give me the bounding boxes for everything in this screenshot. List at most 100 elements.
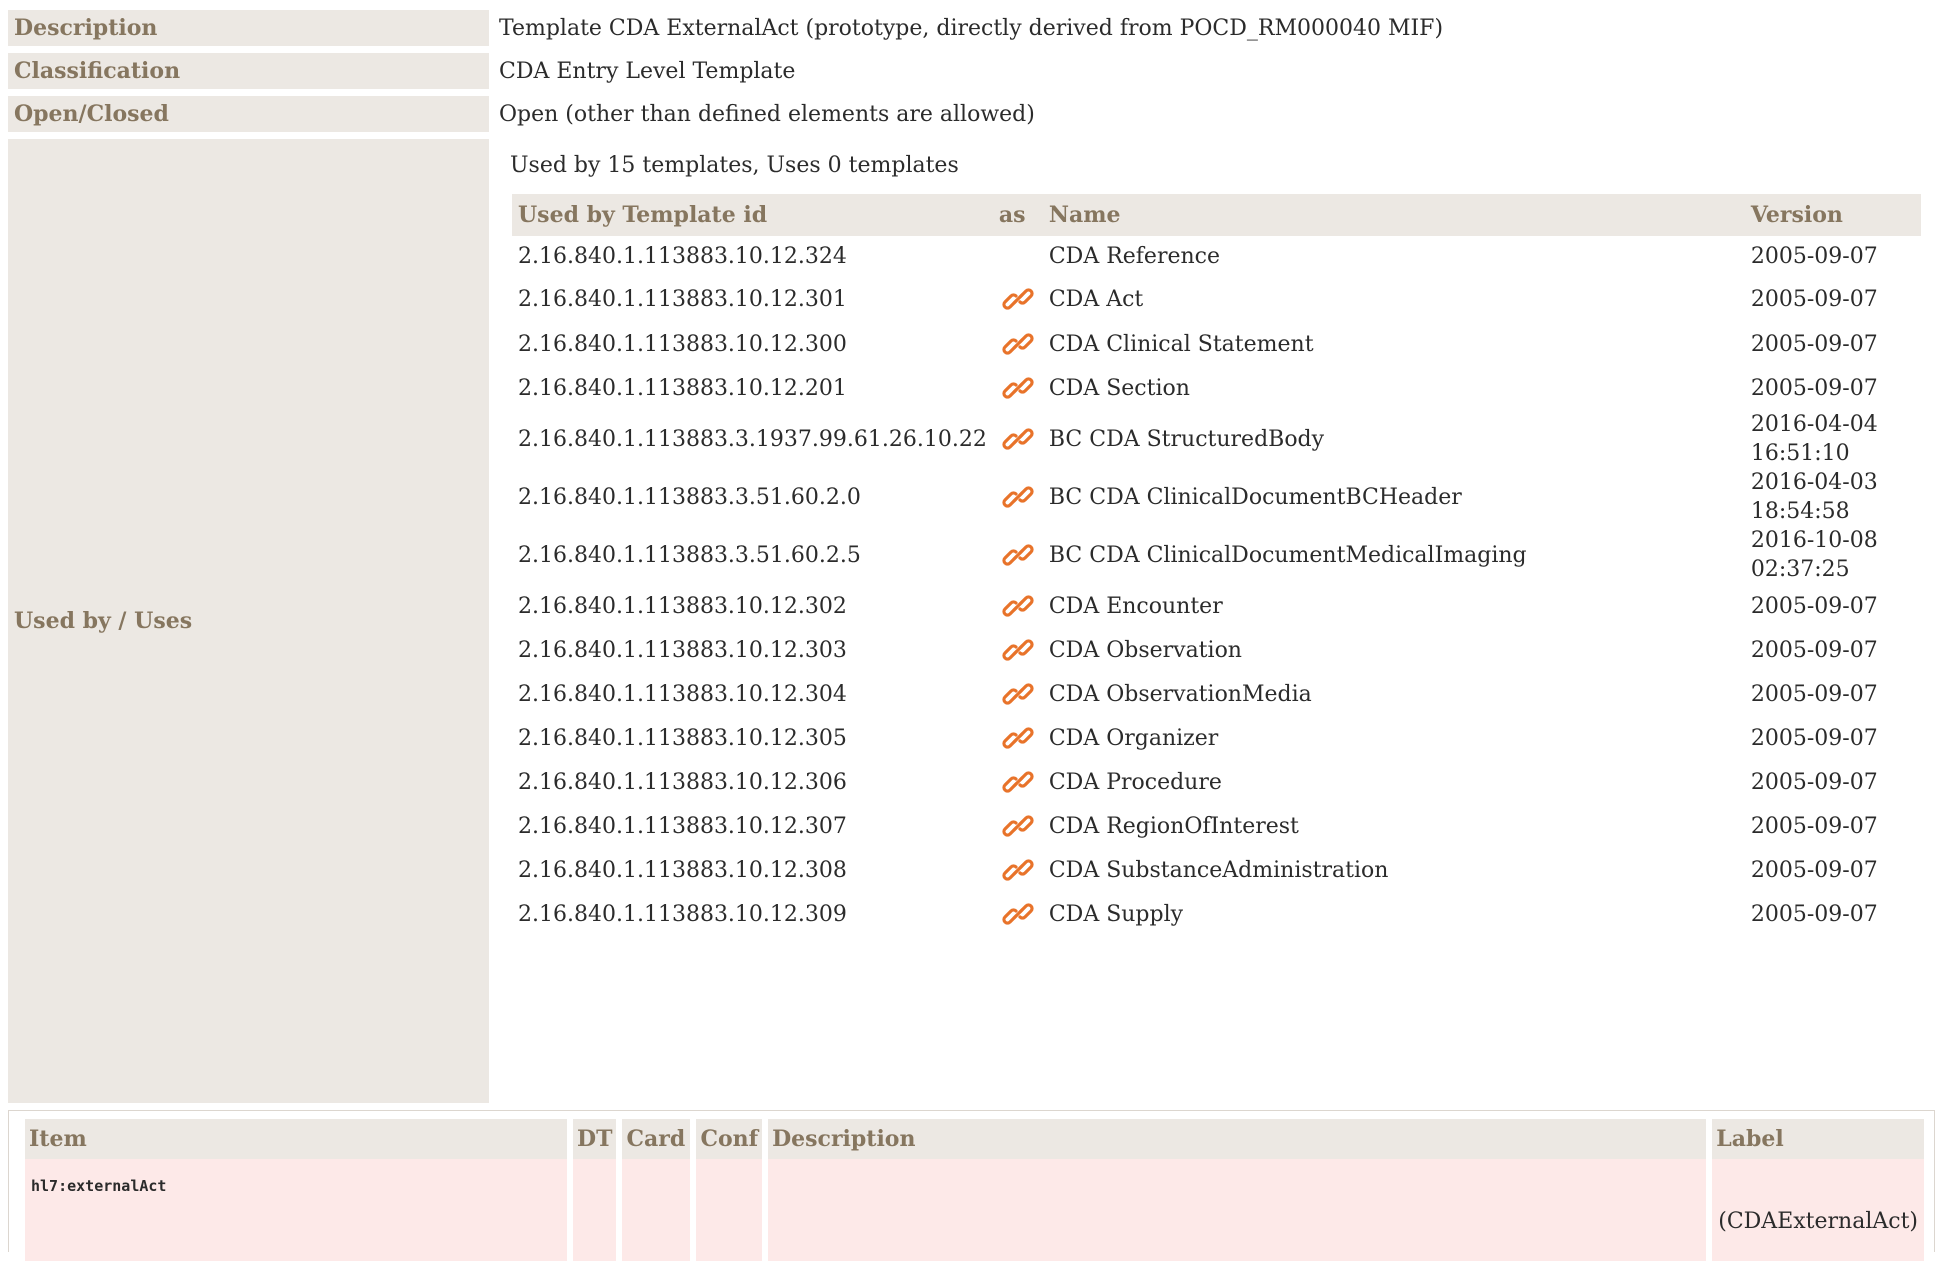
table-row[interactable]: 2.16.840.1.113883.3.1937.99.61.26.10.22 B…: [512, 410, 1921, 468]
link-icon[interactable]: [1002, 678, 1034, 710]
version-date: 2005-09-07: [1750, 769, 1878, 795]
template-version: 2005-09-07: [1745, 672, 1921, 716]
items-frame: Item DT Card Conf Description Label hl7:…: [8, 1110, 1935, 1261]
classification-value: CDA Entry Level Template: [499, 58, 796, 84]
version-date: 2016-10-08: [1750, 528, 1878, 553]
as-cell: [993, 276, 1043, 322]
template-id: 2.16.840.1.113883.3.51.60.2.5: [518, 542, 861, 568]
item-description: [768, 1159, 1707, 1261]
template-version: 2005-09-07: [1745, 804, 1921, 848]
template-name: CDA Supply: [1048, 901, 1184, 927]
version-date: 2005-09-07: [1750, 681, 1878, 707]
link-icon[interactable]: [1002, 810, 1034, 842]
template-version: 2005-09-07: [1745, 236, 1921, 276]
template-name: CDA Clinical Statement: [1048, 331, 1314, 357]
link-icon[interactable]: [1002, 898, 1034, 930]
used-by-body: 2.16.840.1.113883.10.12.324 CDA Reference…: [512, 236, 1921, 936]
as-cell: [993, 716, 1043, 760]
table-row[interactable]: 2.16.840.1.113883.10.12.302 CDA Encounter…: [512, 584, 1921, 628]
template-version: 2005-09-07: [1745, 848, 1921, 892]
as-cell: [993, 468, 1043, 526]
template-version: 2005-09-07: [1745, 760, 1921, 804]
table-row[interactable]: 2.16.840.1.113883.10.12.307 CDA RegionOfI…: [512, 804, 1921, 848]
item-dt: [573, 1159, 617, 1261]
link-icon[interactable]: [1002, 481, 1034, 513]
table-row[interactable]: 2.16.840.1.113883.10.12.300 CDA Clinical …: [512, 322, 1921, 366]
template-name: CDA Act: [1048, 286, 1144, 312]
template-name: CDA RegionOfInterest: [1048, 813, 1299, 839]
item-label: (CDAExternalAct): [1712, 1159, 1924, 1261]
template-name: CDA Reference: [1048, 243, 1220, 269]
template-version: 2016-04-03 18:54:58: [1745, 468, 1921, 526]
table-row[interactable]: 2.16.840.1.113883.10.12.303 CDA Observati…: [512, 628, 1921, 672]
template-version: 2005-09-07: [1745, 892, 1921, 936]
version-date: 2005-09-07: [1750, 857, 1878, 883]
table-row[interactable]: 2.16.840.1.113883.10.12.201 CDA Section 20…: [512, 366, 1921, 410]
table-row[interactable]: 2.16.840.1.113883.10.12.304 CDA Observati…: [512, 672, 1921, 716]
link-icon[interactable]: [1002, 854, 1034, 886]
template-id: 2.16.840.1.113883.10.12.324: [518, 243, 847, 269]
as-cell: [993, 236, 1043, 276]
table-row[interactable]: 2.16.840.1.113883.10.12.301 CDA Act 2005-0…: [512, 276, 1921, 322]
template-version: 2005-09-07: [1745, 716, 1921, 760]
as-cell: [993, 366, 1043, 410]
table-row[interactable]: 2.16.840.1.113883.10.12.324 CDA Reference…: [512, 236, 1921, 276]
as-cell: [993, 804, 1043, 848]
template-version: 2016-10-08 02:37:25: [1745, 526, 1921, 584]
as-cell: [993, 760, 1043, 804]
as-cell: [993, 628, 1043, 672]
description-value: Template CDA ExternalAct (prototype, dir…: [499, 15, 1444, 41]
template-id: 2.16.840.1.113883.10.12.303: [518, 637, 847, 663]
version-date: 2005-09-07: [1750, 637, 1878, 663]
as-cell: [993, 892, 1043, 936]
template-name: CDA Section: [1048, 375, 1190, 401]
template-id: 2.16.840.1.113883.10.12.201: [518, 375, 847, 401]
version-date: 2005-09-07: [1750, 286, 1878, 312]
template-id: 2.16.840.1.113883.10.12.301: [518, 286, 847, 312]
table-row[interactable]: 2.16.840.1.113883.10.12.306 CDA Procedure…: [512, 760, 1921, 804]
template-version: 2005-09-07: [1745, 584, 1921, 628]
header-conf: Conf: [696, 1119, 763, 1159]
template-name: CDA SubstanceAdministration: [1048, 857, 1389, 883]
template-name: BC CDA ClinicalDocumentMedicalImaging: [1048, 542, 1527, 568]
header-item: Item: [25, 1119, 568, 1159]
version-date: 2005-09-07: [1750, 375, 1878, 401]
item-row[interactable]: hl7:externalAct (CDAExternalAct): [25, 1159, 1924, 1261]
version-date: 2016-04-04: [1750, 412, 1878, 437]
template-id: 2.16.840.1.113883.10.12.306: [518, 769, 847, 795]
link-icon[interactable]: [1002, 423, 1034, 455]
used-by-header-row: Used by Template id as Name Version: [512, 194, 1921, 236]
version-date: 2005-09-07: [1750, 813, 1878, 839]
as-cell: [993, 322, 1043, 366]
item-conf: [696, 1159, 763, 1261]
used-by-table: Used by Template id as Name Version 2.16…: [512, 194, 1921, 936]
link-icon[interactable]: [1002, 283, 1034, 315]
template-version: 2016-04-04 16:51:10: [1745, 410, 1921, 468]
item-name[interactable]: hl7:externalAct: [25, 1159, 568, 1261]
template-version: 2005-09-07: [1745, 628, 1921, 672]
template-version: 2005-09-07: [1745, 366, 1921, 410]
link-icon[interactable]: [1002, 328, 1034, 360]
template-version: 2005-09-07: [1745, 322, 1921, 366]
header-as: as: [992, 194, 1043, 236]
version-time: 16:51:10: [1750, 441, 1850, 466]
template-name: CDA Encounter: [1048, 593, 1223, 619]
table-row[interactable]: 2.16.840.1.113883.10.12.305 CDA Organizer…: [512, 716, 1921, 760]
link-icon[interactable]: [1002, 722, 1034, 754]
link-icon[interactable]: [1002, 634, 1034, 666]
table-row[interactable]: 2.16.840.1.113883.10.12.309 CDA Supply 200…: [512, 892, 1921, 936]
header-label: Label: [1712, 1119, 1924, 1159]
table-row[interactable]: 2.16.840.1.113883.3.51.60.2.5 BC CDA Clin…: [512, 526, 1921, 584]
link-icon[interactable]: [1002, 372, 1034, 404]
open-closed-value: Open (other than defined elements are al…: [499, 101, 1035, 127]
table-row[interactable]: 2.16.840.1.113883.3.51.60.2.0 BC CDA Clin…: [512, 468, 1921, 526]
link-icon[interactable]: [1002, 766, 1034, 798]
template-name: BC CDA ClinicalDocumentBCHeader: [1048, 484, 1462, 510]
link-icon[interactable]: [1002, 539, 1034, 571]
link-icon[interactable]: [1002, 590, 1034, 622]
as-cell: [993, 584, 1043, 628]
table-row[interactable]: 2.16.840.1.113883.10.12.308 CDA Substance…: [512, 848, 1921, 892]
template-id: 2.16.840.1.113883.10.12.305: [518, 725, 847, 751]
version-time: 18:54:58: [1750, 499, 1850, 524]
version-date: 2005-09-07: [1750, 243, 1878, 269]
